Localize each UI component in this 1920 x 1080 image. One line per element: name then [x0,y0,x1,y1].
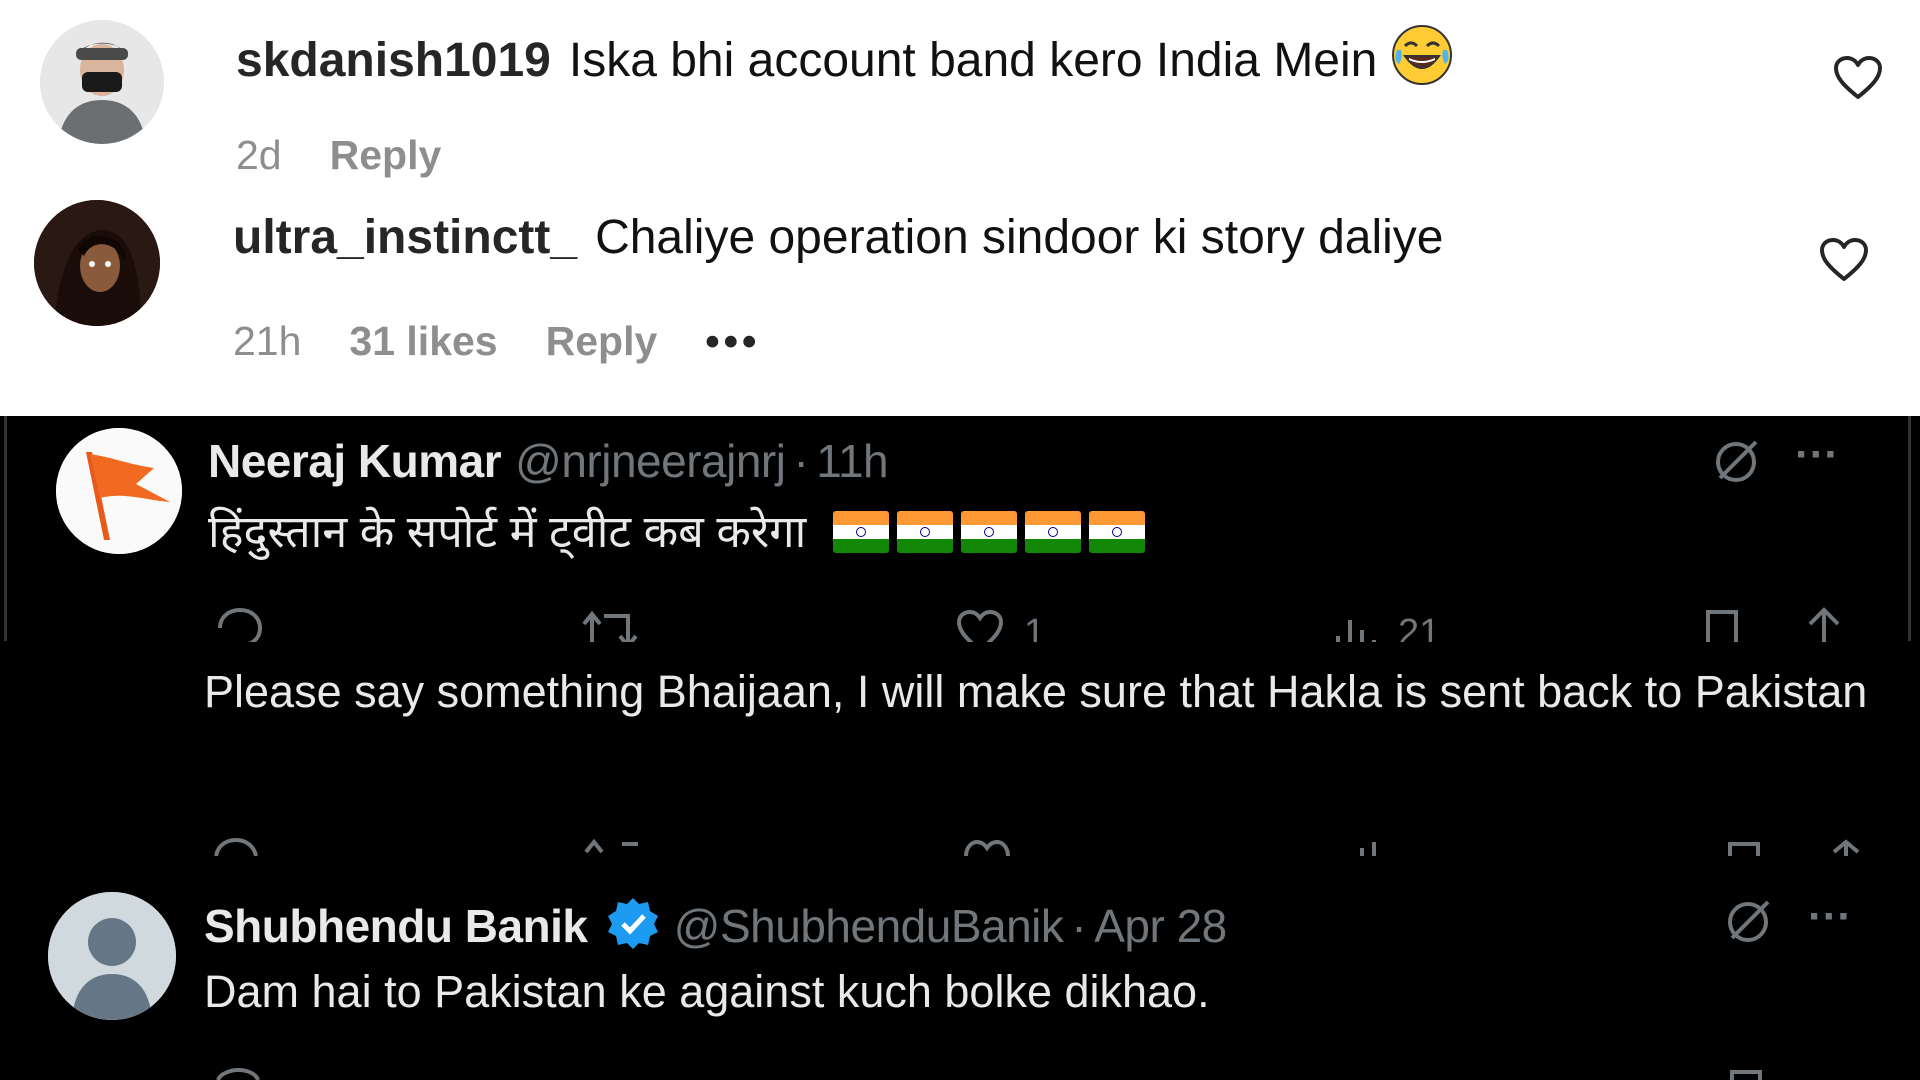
grok-icon[interactable] [1722,894,1774,946]
post-text: हिंदुस्तान के सपोर्ट में ट्वीट कब करेगा [208,506,807,557]
post-header: Shubhendu Banik @ShubhenduBanik · Apr 28 [204,896,1227,953]
more-options-button[interactable]: ··· [1808,892,1852,942]
screenshot-cut [0,856,1920,866]
face-with-tears-of-joy-icon [1392,25,1453,85]
bookmark-icon[interactable] [1722,840,1766,856]
post-header: Neeraj Kumar @nrjneerajnrj · 11h [208,434,889,488]
separator-dot: · [1071,900,1087,952]
separator-dot: · [793,435,809,487]
repost-icon[interactable] [580,838,644,856]
user-handle[interactable]: @ShubhenduBanik [674,900,1064,952]
avatar[interactable] [48,892,176,1020]
post-text: Please say something Bhaijaan, I will ma… [204,666,1868,717]
more-options-button[interactable]: ••• [705,318,760,364]
user-handle[interactable]: @nrjneerajnrj [515,435,786,487]
reply-button[interactable]: Reply [546,318,658,364]
avatar[interactable] [34,200,160,326]
instagram-comments-panel: skdanish1019 Iska bhi account band kero I… [0,0,1920,416]
saffron-flag-icon [56,428,182,554]
views-icon[interactable] [1356,840,1402,856]
comment-time: 21h [233,318,302,364]
india-flag-icon [832,511,889,553]
comment-username[interactable]: skdanish1019 [236,34,551,87]
comment-likes[interactable]: 31 likes [349,318,497,364]
more-options-button[interactable]: ··· [1795,430,1839,480]
india-flag-icon [1024,511,1081,553]
comment-text: Chaliye operation sindoor ki story daliy… [595,211,1444,264]
thread-border [1908,416,1911,641]
verified-badge-icon [607,898,658,949]
comment-text: Iska bhi account band kero India Mein [568,34,1378,87]
comment-body: ultra_instinctt_ Chaliye operation sindoo… [233,210,1444,265]
grok-icon[interactable] [1710,434,1762,486]
reply-icon[interactable] [210,1068,262,1080]
display-name[interactable]: Neeraj Kumar [208,435,502,487]
post-body: हिंदुस्तान के सपोर्ट में ट्वीट कब करेगा [208,500,1153,561]
user-avatar-icon [40,20,164,144]
post-time[interactable]: Apr 28 [1094,900,1227,952]
display-name[interactable]: Shubhendu Banik [204,900,588,952]
reply-icon[interactable] [208,836,260,856]
user-avatar-icon [34,200,160,326]
share-icon[interactable] [1824,838,1868,856]
heart-icon[interactable] [1833,55,1883,101]
heart-icon[interactable] [1819,237,1869,283]
screenshot-cut [0,642,1920,654]
default-profile-icon [48,892,176,1020]
india-flag-icon [960,511,1017,553]
comment-body: skdanish1019 Iska bhi account band kero I… [236,24,1453,88]
post-time[interactable]: 11h [816,435,888,487]
comment-username[interactable]: ultra_instinctt_ [233,211,577,264]
bookmark-icon[interactable] [1724,1068,1768,1080]
reply-button[interactable]: Reply [330,132,442,178]
avatar[interactable] [56,428,182,554]
india-flag-icon [896,511,953,553]
post-text: Dam hai to Pakistan ke against kuch bolk… [204,966,1210,1017]
thread-border [4,416,7,641]
comment-item: skdanish1019 Iska bhi account band kero I… [0,0,1920,200]
like-icon[interactable] [962,840,1012,856]
comment-meta: 21h 31 likes Reply ••• [233,318,808,365]
flag-group [832,506,1153,557]
india-flag-icon [1088,511,1145,553]
x-replies-panel: Neeraj Kumar @nrjneerajnrj · 11h ··· हिंदुस… [0,416,1920,1080]
avatar[interactable] [40,20,164,144]
comment-meta: 2d Reply [236,132,489,179]
comment-item: ultra_instinctt_ Chaliye operation sindoo… [0,190,1920,410]
comment-time: 2d [236,132,282,178]
